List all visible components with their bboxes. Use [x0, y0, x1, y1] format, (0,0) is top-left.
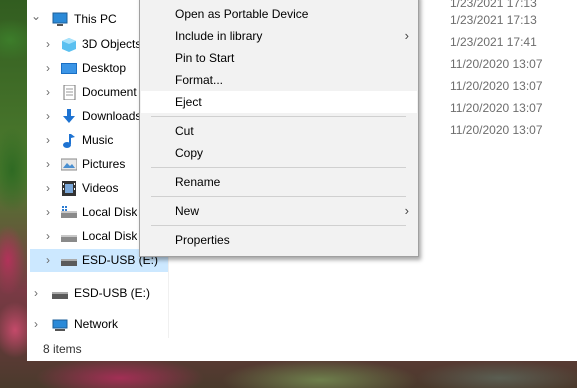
tree-item-label: Videos — [82, 181, 119, 195]
menu-item-include-library[interactable]: Include in library › — [141, 25, 417, 47]
chevron-right-icon[interactable]: › — [43, 105, 53, 128]
chevron-right-icon[interactable]: › — [31, 313, 41, 336]
menu-item-label: Cut — [175, 124, 194, 138]
chevron-right-icon: › — [404, 203, 409, 218]
tree-item-label: Desktop — [82, 61, 127, 75]
menu-item-copy[interactable]: Copy — [141, 142, 417, 164]
menu-item-open-portable[interactable]: Open as Portable Device — [141, 3, 417, 25]
file-date: 1/23/2021 17:13 — [450, 13, 537, 27]
tree-item-esd-usb[interactable]: › ESD-USB (E:) — [27, 282, 168, 305]
file-date: 1/23/2021 17:13 — [450, 0, 537, 10]
videos-folder-icon — [61, 181, 77, 196]
network-icon — [52, 317, 68, 332]
menu-item-format[interactable]: Format... — [141, 69, 417, 91]
chevron-right-icon: › — [404, 28, 409, 43]
file-date: 11/20/2020 13:07 — [450, 79, 543, 93]
menu-item-cut[interactable]: Cut — [141, 120, 417, 142]
local-disk-c-icon — [61, 205, 77, 220]
chevron-right-icon[interactable]: › — [31, 282, 41, 305]
chevron-right-icon[interactable]: › — [43, 225, 53, 248]
pictures-folder-icon — [60, 157, 78, 172]
menu-item-label: New — [175, 204, 200, 218]
menu-item-new[interactable]: New › — [141, 200, 417, 222]
chevron-right-icon[interactable]: › — [43, 249, 53, 272]
chevron-down-icon[interactable]: ⌄ — [31, 5, 41, 28]
tree-item-network[interactable]: › Network — [27, 313, 168, 336]
chevron-right-icon[interactable]: › — [43, 177, 53, 200]
tree-item-label: Music — [82, 133, 114, 147]
tree-item-label: This PC — [74, 12, 117, 26]
context-menu: Open as Portable Device Include in libra… — [139, 0, 419, 257]
menu-item-eject[interactable]: Eject — [141, 91, 417, 113]
local-disk-d-icon — [61, 229, 77, 244]
chevron-right-icon[interactable]: › — [43, 81, 53, 104]
menu-item-rename[interactable]: Rename — [141, 171, 417, 193]
usb-drive-icon — [61, 253, 77, 268]
menu-item-label: Eject — [175, 95, 202, 109]
chevron-right-icon[interactable]: › — [43, 129, 53, 152]
music-folder-icon — [61, 133, 77, 148]
menu-item-label: Rename — [175, 175, 221, 189]
this-pc-icon — [52, 12, 68, 27]
menu-item-properties[interactable]: Properties — [141, 229, 417, 251]
menu-item-pin-start[interactable]: Pin to Start — [141, 47, 417, 69]
menu-separator — [151, 225, 406, 226]
menu-item-label: Include in library — [175, 29, 263, 43]
usb-drive-icon — [52, 286, 68, 301]
menu-item-label: Pin to Start — [175, 51, 235, 65]
menu-item-label: Copy — [175, 146, 204, 160]
tree-item-label: Network — [74, 317, 119, 331]
tree-item-label: Local Disk — [82, 229, 138, 243]
chevron-right-icon[interactable]: › — [43, 153, 53, 176]
menu-item-label: Format... — [175, 73, 224, 87]
downloads-folder-icon — [61, 109, 77, 124]
menu-separator — [151, 196, 406, 197]
desktop-folder-icon — [61, 61, 77, 76]
status-item-count: 8 items — [43, 342, 82, 356]
chevron-right-icon[interactable]: › — [43, 201, 53, 224]
file-date: 11/20/2020 13:07 — [450, 101, 543, 115]
menu-separator — [151, 167, 406, 168]
chevron-right-icon[interactable]: › — [43, 57, 53, 80]
tree-item-label: Local Disk — [82, 205, 138, 219]
chevron-right-icon[interactable]: › — [43, 33, 53, 56]
file-date: 11/20/2020 13:07 — [450, 57, 543, 71]
menu-item-label: Open as Portable Device — [175, 7, 309, 21]
menu-separator — [151, 116, 406, 117]
documents-folder-icon — [61, 84, 77, 101]
file-date: 11/20/2020 13:07 — [450, 123, 543, 137]
file-date: 1/23/2021 17:41 — [450, 35, 537, 49]
tree-item-label: ESD-USB (E:) — [74, 286, 151, 300]
tree-item-label: Pictures — [82, 157, 126, 171]
3d-objects-icon — [61, 37, 77, 52]
menu-item-label: Properties — [175, 233, 230, 247]
